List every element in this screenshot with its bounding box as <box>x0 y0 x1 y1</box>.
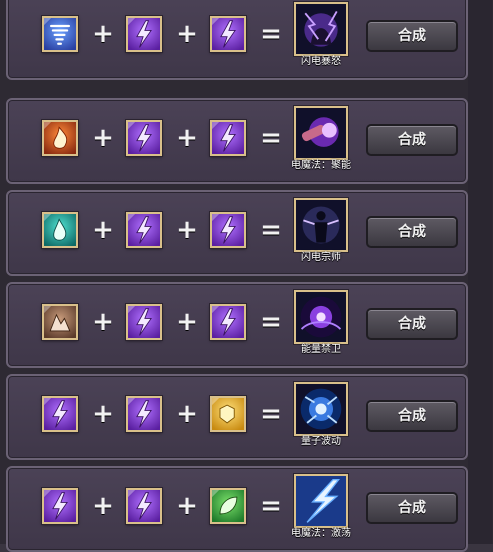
lightning-master-icon[interactable] <box>294 198 348 252</box>
plus-sign: + <box>176 123 198 153</box>
light-gem-icon[interactable] <box>210 396 246 432</box>
plus-sign: + <box>176 307 198 337</box>
plus-sign: + <box>92 491 114 521</box>
recipe-row: + + = 电魔法：激荡 合成 <box>6 466 468 552</box>
result-skill-name: 能量禁卫 <box>301 344 341 355</box>
equals-sign: = <box>260 307 282 337</box>
plus-sign: + <box>176 19 198 49</box>
fire-gem-icon[interactable] <box>42 120 78 156</box>
result-skill-name: 电魔法：激荡 <box>291 528 351 539</box>
plus-sign: + <box>176 215 198 245</box>
synthesize-button[interactable]: 合成 <box>366 124 458 156</box>
electro-surge-icon[interactable] <box>294 474 348 528</box>
synthesize-button[interactable]: 合成 <box>366 20 458 52</box>
recipe-row: + + = 量子波动 合成 <box>6 374 468 460</box>
plus-sign: + <box>92 19 114 49</box>
scrollbar[interactable] <box>468 0 492 544</box>
earth-gem-icon[interactable] <box>42 304 78 340</box>
lightning-gem-icon[interactable] <box>126 16 162 52</box>
recipe-row: + + = 闪电宗师 合成 <box>6 190 468 276</box>
lightning-gem-icon[interactable] <box>126 396 162 432</box>
result-skill-name: 闪电暴怒 <box>301 56 341 67</box>
lightning-gem-icon[interactable] <box>42 396 78 432</box>
thunder-fury-icon[interactable] <box>294 2 348 56</box>
recipe-row: + + = 闪电暴怒 合成 <box>6 0 468 80</box>
plus-sign: + <box>176 399 198 429</box>
synthesize-button[interactable]: 合成 <box>366 308 458 340</box>
synthesize-button[interactable]: 合成 <box>366 216 458 248</box>
equals-sign: = <box>260 19 282 49</box>
result-skill-name: 闪电宗师 <box>301 252 341 263</box>
water-gem-icon[interactable] <box>42 212 78 248</box>
lightning-gem-icon[interactable] <box>126 120 162 156</box>
lightning-gem-icon[interactable] <box>210 16 246 52</box>
quantum-wave-icon[interactable] <box>294 382 348 436</box>
recipe-row: + + = 电魔法：聚能 合成 <box>6 98 468 184</box>
energy-guard-icon[interactable] <box>294 290 348 344</box>
equals-sign: = <box>260 123 282 153</box>
lightning-gem-icon[interactable] <box>210 304 246 340</box>
plus-sign: + <box>92 307 114 337</box>
nature-gem-icon[interactable] <box>210 488 246 524</box>
equals-sign: = <box>260 399 282 429</box>
lightning-gem-icon[interactable] <box>210 212 246 248</box>
lightning-gem-icon[interactable] <box>126 212 162 248</box>
plus-sign: + <box>176 491 198 521</box>
lightning-gem-icon[interactable] <box>210 120 246 156</box>
lightning-gem-icon[interactable] <box>126 488 162 524</box>
plus-sign: + <box>92 123 114 153</box>
equals-sign: = <box>260 491 282 521</box>
electro-charge-icon[interactable] <box>294 106 348 160</box>
synthesize-button[interactable]: 合成 <box>366 492 458 524</box>
plus-sign: + <box>92 215 114 245</box>
recipe-row: + + = 能量禁卫 合成 <box>6 282 468 368</box>
lightning-gem-icon[interactable] <box>126 304 162 340</box>
plus-sign: + <box>92 399 114 429</box>
equals-sign: = <box>260 215 282 245</box>
synthesize-button[interactable]: 合成 <box>366 400 458 432</box>
result-skill-name: 量子波动 <box>301 436 341 447</box>
result-skill-name: 电魔法：聚能 <box>291 160 351 171</box>
tornado-gem-icon[interactable] <box>42 16 78 52</box>
lightning-gem-icon[interactable] <box>42 488 78 524</box>
